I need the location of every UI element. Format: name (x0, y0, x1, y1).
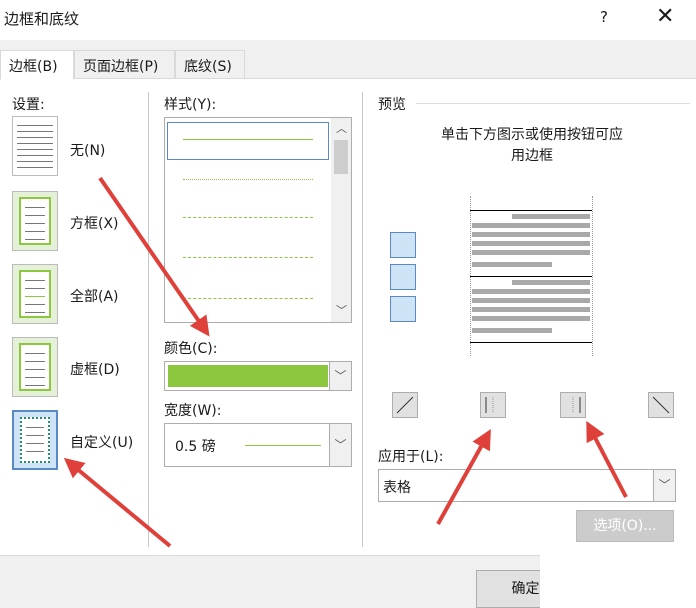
arrow-to-left-border (436, 429, 491, 525)
arrow-to-color (98, 176, 210, 337)
arrow-to-custom (63, 457, 172, 548)
annotation-arrows (63, 176, 628, 548)
tab-borders[interactable]: 边框(B) (0, 50, 74, 80)
arrow-to-right-border (586, 420, 628, 498)
